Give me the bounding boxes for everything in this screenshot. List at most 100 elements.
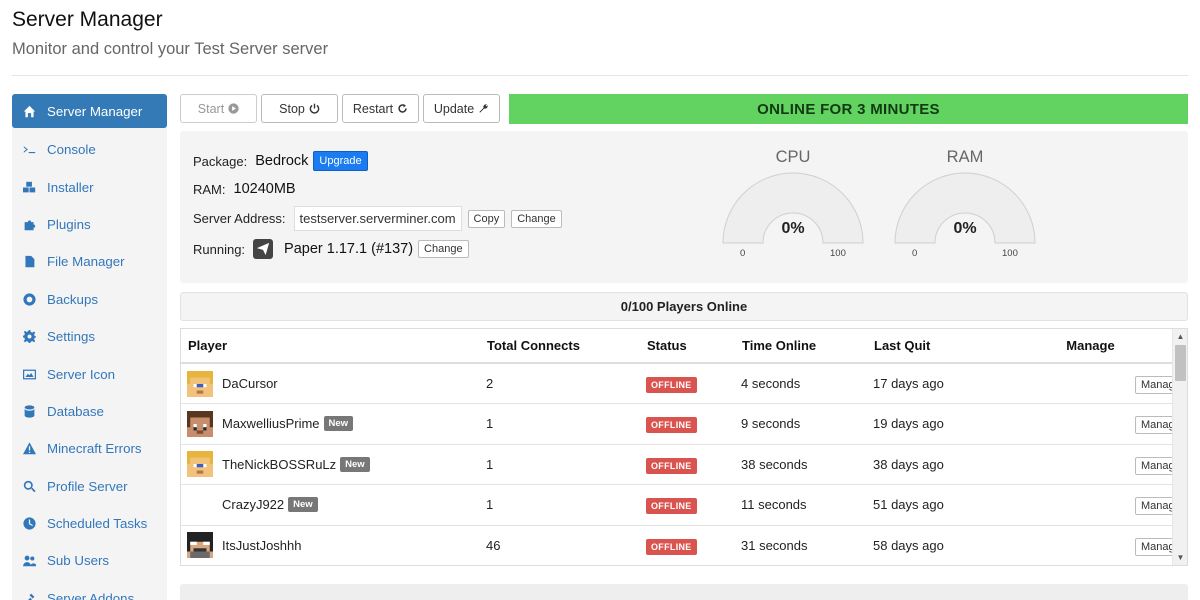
last-quit-cell: 38 days ago	[867, 444, 1001, 485]
sidebar-item-label: Profile Server	[47, 478, 128, 494]
refresh-icon	[398, 104, 407, 113]
sidebar-item-installer[interactable]: Installer	[12, 168, 167, 205]
sidebar-item-database[interactable]: Database	[12, 393, 167, 430]
page-title: Server Manager	[12, 8, 163, 31]
column-header-player[interactable]: Player	[181, 329, 480, 364]
ram-row: RAM: 10240MB	[193, 181, 296, 197]
sidebar-item-server-addons[interactable]: Server Addons	[12, 580, 167, 600]
play-circle-icon	[228, 103, 239, 114]
ram-gauge-title: RAM	[946, 148, 984, 166]
sidebar-item-scheduled-tasks[interactable]: Scheduled Tasks	[12, 505, 167, 542]
gear-icon	[23, 330, 45, 344]
player-info: MaxwelliusPrime New	[187, 410, 480, 437]
table-row: MaxwelliusPrime New 1 OFFLINE 9 seconds 19 da…	[181, 403, 1187, 445]
column-header-status[interactable]: Status	[640, 329, 735, 364]
sidebar-item-server-manager[interactable]: Server Manager	[12, 94, 167, 128]
bottom-panel	[180, 584, 1188, 600]
last-quit-cell: 51 days ago	[867, 484, 1001, 526]
server-address-field[interactable]: testserver.serverminer.com	[293, 206, 462, 231]
change-version-button[interactable]: Change	[418, 240, 469, 258]
total-connects-cell: 46	[480, 525, 640, 565]
ram-label: RAM:	[193, 181, 226, 197]
status-cell: OFFLINE	[640, 484, 735, 526]
running-label: Running:	[193, 241, 246, 257]
scroll-thumb[interactable]	[1175, 345, 1186, 381]
manage-cell: Manage	[1001, 525, 1187, 565]
last-quit-cell: 19 days ago	[867, 403, 1001, 445]
copy-address-button[interactable]: Copy	[467, 209, 506, 228]
lifebuoy-icon	[23, 293, 45, 306]
status-badge: OFFLINE	[646, 457, 697, 474]
player-cell: MaxwelliusPrime New	[181, 403, 480, 445]
page-subtitle: Monitor and control your Test Server ser…	[12, 40, 329, 58]
image-icon	[23, 368, 45, 381]
sidebar-item-plugins[interactable]: Plugins	[12, 206, 167, 243]
ram-value: 10240MB	[233, 181, 296, 197]
start-button[interactable]: Start	[180, 94, 257, 123]
cubes-icon	[23, 181, 45, 194]
status-cell: OFFLINE	[640, 403, 735, 445]
update-button[interactable]: Update	[423, 94, 500, 123]
sidebar-item-minecraft-errors[interactable]: Minecraft Errors	[12, 430, 167, 467]
header-divider	[12, 75, 1188, 76]
cpu-gauge-value: 0%	[781, 220, 805, 237]
update-button-label: Update	[433, 101, 475, 116]
manage-cell: Manage	[1001, 363, 1187, 404]
table-scrollbar[interactable]: ▲ ▼	[1172, 329, 1187, 565]
sidebar-item-sub-users[interactable]: Sub Users	[12, 542, 167, 579]
stop-button-label: Stop	[279, 101, 305, 116]
scroll-down-arrow-icon[interactable]: ▼	[1173, 550, 1187, 565]
new-player-badge: New	[288, 497, 318, 513]
time-online-cell: 4 seconds	[735, 363, 867, 404]
time-online-cell: 11 seconds	[735, 484, 867, 526]
column-header-total-connects[interactable]: Total Connects	[480, 329, 640, 364]
time-online-cell: 38 seconds	[735, 444, 867, 485]
sidebar-item-file-manager[interactable]: File Manager	[12, 243, 167, 280]
table-row: TheNickBOSSRuLz New 1 OFFLINE 38 seconds 38 d…	[181, 444, 1187, 485]
sidebar-item-label: Minecraft Errors	[47, 441, 142, 457]
sidebar-item-profile-server[interactable]: Profile Server	[12, 468, 167, 505]
running-row: Running: Paper 1.17.1 (#137) Change	[193, 239, 475, 259]
manage-cell: Manage	[1001, 444, 1187, 485]
warning-icon	[23, 442, 45, 455]
players-online-header: 0/100 Players Online	[180, 292, 1188, 321]
clock-icon	[23, 517, 45, 530]
file-icon	[23, 255, 45, 268]
status-badge: OFFLINE	[646, 538, 697, 555]
cpu-gauge-max: 100	[830, 248, 846, 259]
sidebar-item-label: Server Addons	[47, 590, 135, 600]
player-name: MaxwelliusPrime	[222, 416, 320, 432]
database-icon	[23, 405, 45, 418]
restart-button[interactable]: Restart	[342, 94, 419, 123]
column-header-time-online[interactable]: Time Online	[735, 329, 867, 364]
player-cell: TheNickBOSSRuLz New	[181, 444, 480, 485]
table-header-row: Player Total Connects Status Time Online…	[181, 329, 1173, 364]
sidebar-item-label: Scheduled Tasks	[47, 516, 148, 532]
sidebar-item-label: Server Icon	[47, 366, 115, 382]
last-quit-cell: 58 days ago	[867, 525, 1001, 565]
player-avatar	[187, 532, 213, 559]
last-quit-cell: 17 days ago	[867, 363, 1001, 404]
sidebar-item-server-icon[interactable]: Server Icon	[12, 355, 167, 392]
column-header-last-quit[interactable]: Last Quit	[867, 329, 1001, 364]
sidebar-item-settings[interactable]: Settings	[12, 318, 167, 355]
sidebar-item-label: File Manager	[47, 254, 125, 270]
ram-gauge-value: 0%	[953, 220, 977, 237]
scroll-up-arrow-icon[interactable]: ▲	[1173, 329, 1187, 344]
sidebar-item-backups[interactable]: Backups	[12, 281, 167, 318]
change-address-button[interactable]: Change	[511, 209, 562, 228]
sidebar-item-label: Installer	[47, 179, 94, 195]
sidebar-item-console[interactable]: Console	[12, 131, 167, 168]
cpu-gauge: CPU 0% 0 100	[718, 148, 868, 259]
time-online-cell: 31 seconds	[735, 525, 867, 565]
player-cell: CrazyJ922 New	[181, 484, 480, 526]
terminal-icon	[23, 143, 45, 156]
home-icon	[23, 105, 45, 118]
addon-icon	[23, 592, 45, 600]
status-badge: OFFLINE	[646, 377, 697, 393]
search-icon	[23, 480, 45, 493]
stop-button[interactable]: Stop	[261, 94, 338, 123]
power-icon	[309, 103, 320, 114]
sidebar-item-label: Backups	[47, 291, 98, 307]
upgrade-button[interactable]: Upgrade	[313, 151, 368, 171]
